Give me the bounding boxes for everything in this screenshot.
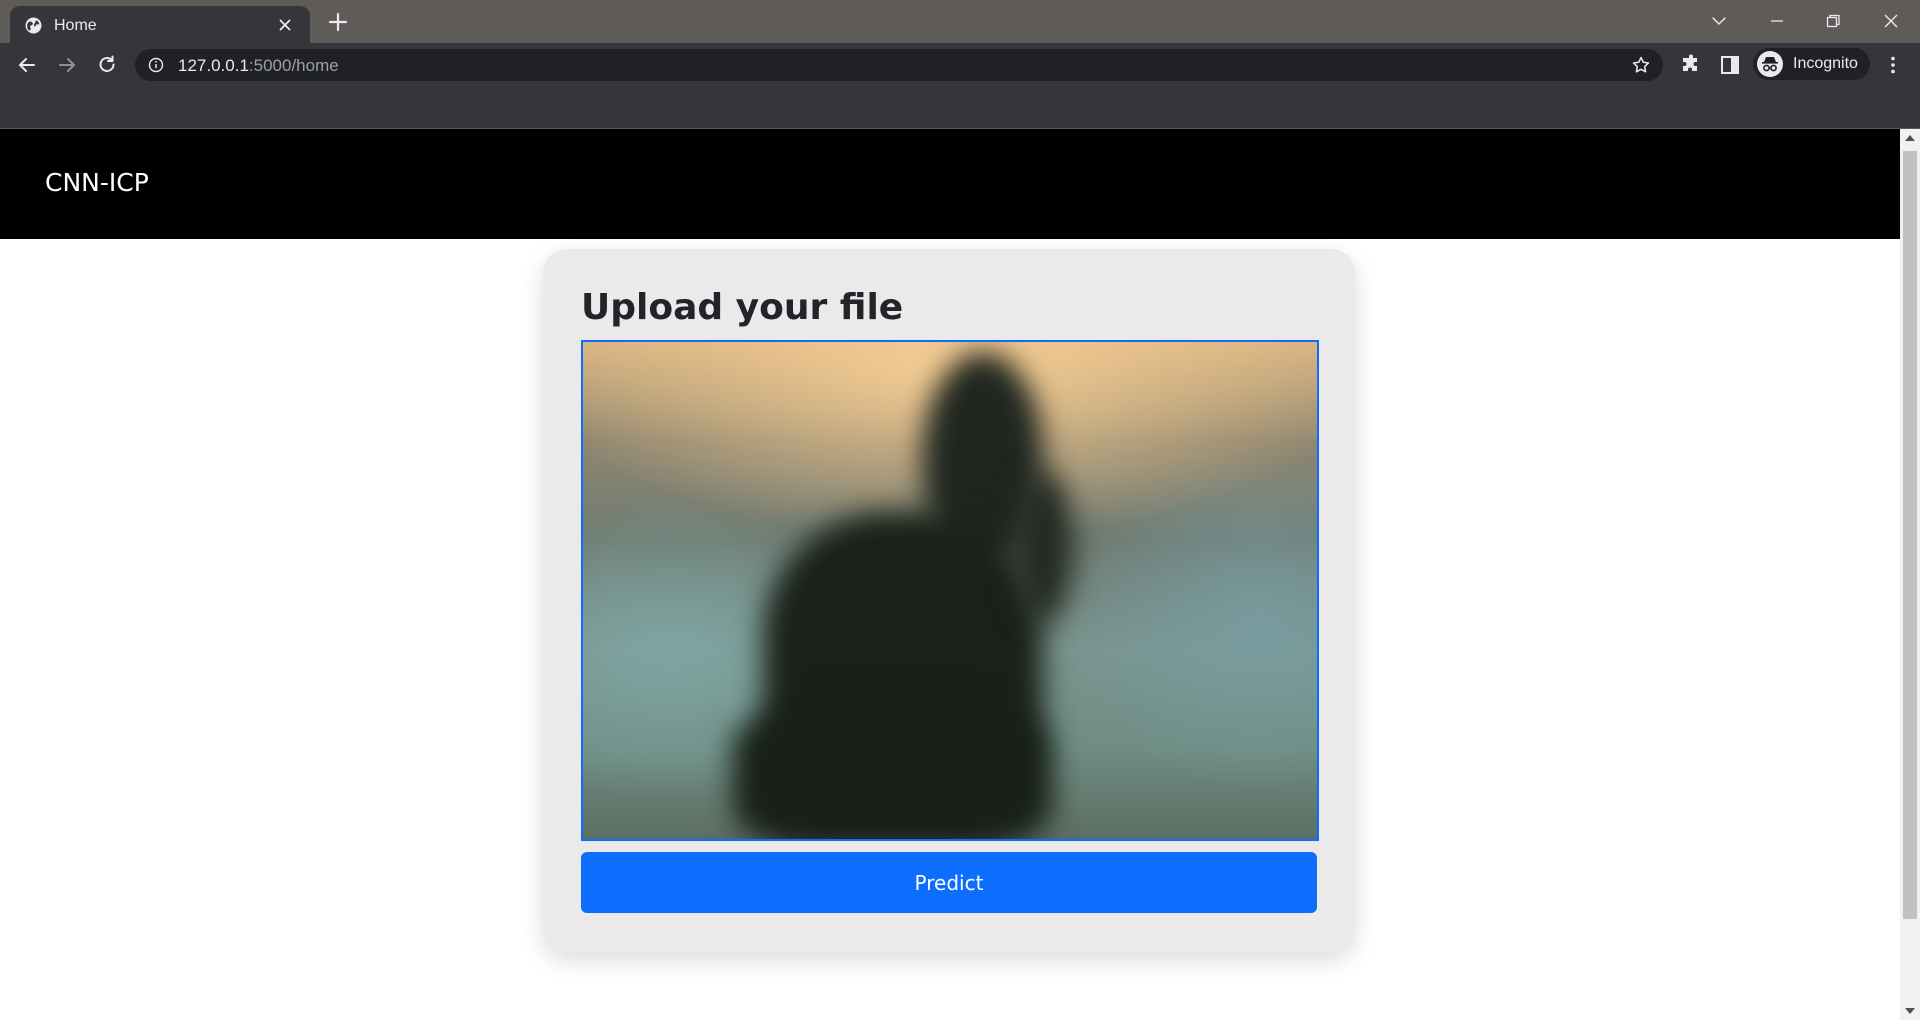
more-menu-icon[interactable] [1881,53,1905,77]
page-viewport: CNN-ICP Upload your file Predict [0,129,1900,1020]
back-icon[interactable] [14,52,40,78]
upload-card: Upload your file Predict [543,249,1355,952]
incognito-icon [1757,51,1783,77]
scroll-up-arrow-icon[interactable] [1905,135,1915,141]
predict-button[interactable]: Predict [581,852,1317,913]
bookmarks-bar [0,87,1920,129]
tab-title: Home [54,17,97,34]
site-info-icon[interactable] [148,57,164,73]
forward-icon[interactable] [54,52,80,78]
preview-subject-ear [1013,472,1073,622]
browser-tab-strip: Home [0,0,1920,43]
upload-card-title: Upload your file [581,287,904,328]
globe-icon [25,17,42,34]
navbar-brand[interactable]: CNN-ICP [45,168,149,197]
incognito-profile-button[interactable]: Incognito [1753,48,1870,80]
url-text: 127.0.0.1:5000/home [178,56,339,76]
url-host: 127.0.0.1 [178,56,249,75]
tab-search-icon[interactable] [1706,8,1732,34]
close-window-icon[interactable] [1878,8,1904,34]
scroll-down-arrow-icon[interactable] [1905,1008,1915,1014]
preview-subject-legs [733,702,1053,839]
bookmark-star-icon[interactable] [1631,55,1651,75]
new-tab-icon[interactable] [327,11,349,33]
reload-icon[interactable] [94,52,120,78]
minimize-icon[interactable] [1764,8,1790,34]
side-panel-icon[interactable] [1718,53,1742,77]
page-scrollbar[interactable] [1900,129,1920,1020]
image-preview[interactable] [581,340,1319,841]
browser-toolbar: 127.0.0.1:5000/home Incognito [0,43,1920,87]
close-tab-icon[interactable] [276,16,294,34]
url-path: :5000/home [248,56,339,75]
scrollbar-thumb[interactable] [1903,151,1917,919]
browser-tab[interactable]: Home [10,6,310,43]
extensions-icon[interactable] [1679,53,1703,77]
address-bar[interactable]: 127.0.0.1:5000/home [135,49,1663,81]
incognito-label: Incognito [1793,55,1858,72]
site-navbar: CNN-ICP [0,129,1900,239]
restore-icon[interactable] [1820,8,1846,34]
